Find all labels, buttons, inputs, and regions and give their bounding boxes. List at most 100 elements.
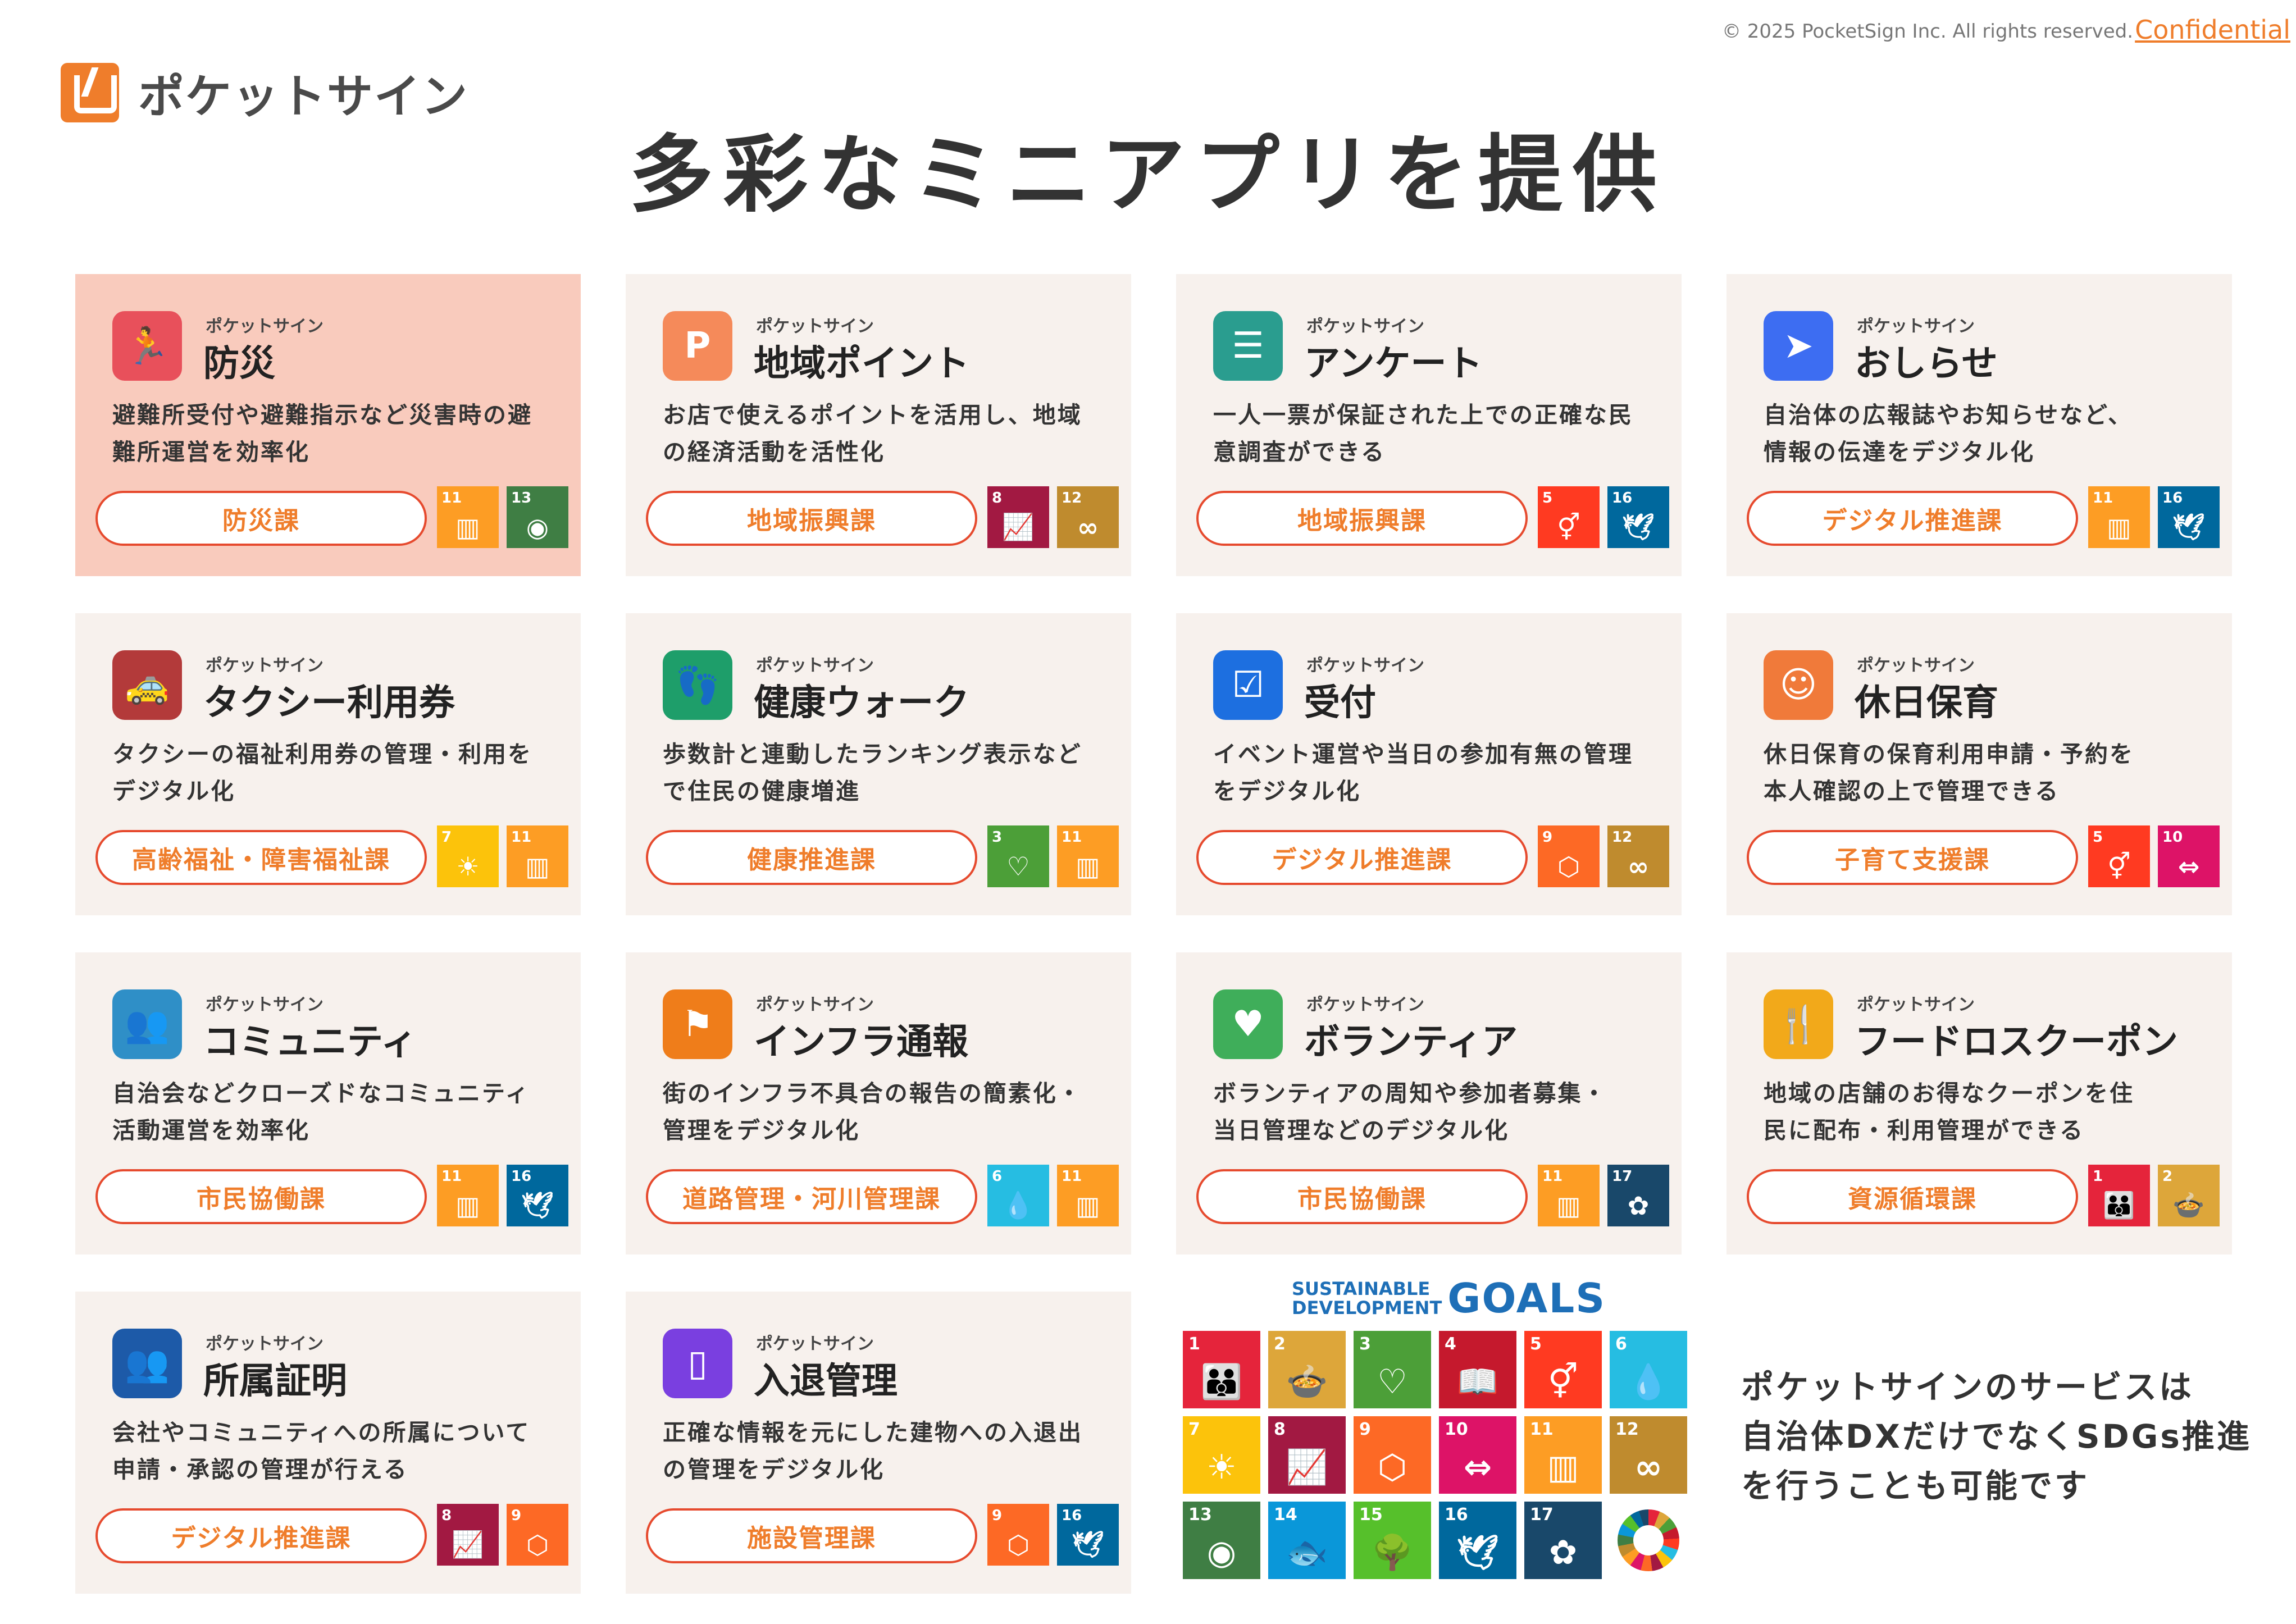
card-title: 地域ポイント	[754, 343, 969, 385]
card-description: 避難所受付や避難指示など災害時の避 難所運営を効率化	[112, 402, 532, 466]
water-drop-icon: 💧	[1627, 1362, 1670, 1402]
sdg-badge: 5 ⚥	[2088, 825, 2150, 887]
infinity-icon: ∞	[1077, 512, 1099, 542]
eye-globe-icon: ◉	[526, 512, 549, 542]
heart-hand-icon: ♥	[1213, 989, 1283, 1059]
infinity-icon: ∞	[1627, 851, 1650, 882]
cubes-icon: ⬡	[1006, 1530, 1030, 1560]
department-button[interactable]: 防災課	[95, 491, 427, 546]
food-coupon-icon: 🍴	[1764, 989, 1833, 1059]
confidential-link[interactable]: Confidential	[2135, 15, 2290, 45]
sdg-badge: 7 ☀	[437, 825, 499, 887]
city-icon: ▥	[2107, 512, 2131, 542]
card-description: 一人一票が保証された上での正確な民 意調査ができる	[1213, 402, 1633, 466]
city-icon: ▥	[1547, 1448, 1579, 1487]
sdg-badge: 13 ◉	[507, 486, 568, 548]
membership-people-icon: 👥	[112, 1329, 182, 1398]
mini-app-card[interactable]: ☺ ポケットサイン休日保育休日保育の保育利用申請・予約を 本人確認の上で管理できる子…	[1726, 613, 2232, 915]
heartbeat-icon: ♡	[1006, 851, 1030, 882]
mini-app-card[interactable]: ☑ ポケットサイン 受付 イベント運営や当日の参加有無の管理 をデジタル化 デジタル推進課…	[1176, 613, 1682, 915]
sdg-goal-tile: 2 🍲	[1268, 1331, 1346, 1408]
sun-icon: ☀	[456, 851, 480, 882]
sdg-badge: 9 ⬡	[507, 1504, 568, 1566]
sdg-badge: 9 ⬡	[1538, 825, 1600, 887]
department-button[interactable]: デジタル推進課	[1196, 830, 1528, 885]
department-button[interactable]: 市民協働課	[95, 1169, 427, 1224]
running-person-icon: 🏃	[112, 311, 182, 381]
department-button[interactable]: 道路管理・河川管理課	[646, 1169, 977, 1224]
card-description: イベント運営や当日の参加有無の管理 をデジタル化	[1213, 741, 1633, 805]
equality-arrows-icon: ⇔	[2177, 851, 2200, 882]
mini-app-card[interactable]: 👥 ポケットサイン コミュニティ 自治会などクローズドなコミュニティ 活動運営を効率化市…	[75, 952, 581, 1255]
gender-icon: ⚥	[1547, 1362, 1579, 1402]
sun-icon: ☀	[1206, 1448, 1237, 1487]
card-description: 正確な情報を元にした建物への入退出 の管理をデジタル化	[663, 1419, 1083, 1483]
department-button[interactable]: デジタル推進課	[95, 1508, 427, 1563]
department-button[interactable]: デジタル推進課	[1747, 491, 2078, 546]
mini-app-card[interactable]: ▯ ポケットサイン 入退管理 正確な情報を元にした建物への入退出 の管理をデジタル化 施設…	[626, 1292, 1131, 1594]
sdgs-logo-sub-line1: SUSTAINABLE	[1292, 1278, 1431, 1299]
city-icon: ▥	[1556, 1190, 1581, 1221]
department-button[interactable]: 市民協働課	[1196, 1169, 1528, 1224]
department-button[interactable]: 資源循環課	[1747, 1169, 2078, 1224]
sdg-goal-tile: 13 ◉	[1183, 1502, 1260, 1579]
mini-app-card[interactable]: 👥 ポケットサイン 所属証明 会社やコミュニティへの所属について 申請・承認の管理が行え…	[75, 1292, 581, 1594]
cubes-icon: ⬡	[526, 1530, 549, 1560]
card-description: 休日保育の保育利用申請・予約を 本人確認の上で管理できる	[1764, 741, 2134, 805]
gender-icon: ⚥	[1557, 512, 1580, 542]
footprints-icon: 👣	[663, 650, 732, 720]
infinity-icon: ∞	[1634, 1448, 1662, 1487]
card-description: 地域の店舗のお得なクーポンを住 民に配布・利用管理ができる	[1764, 1080, 2134, 1144]
mini-app-card[interactable]: ⚑ ポケットサイン インフラ通報 街のインフラ不具合の報告の簡素化・ 管理をデジタル化道…	[626, 952, 1131, 1255]
card-brand: ポケットサイン	[1857, 656, 1975, 676]
taxi-icon: 🚕	[112, 650, 182, 720]
card-description: タクシーの福祉利用券の管理・利用を デジタル化	[112, 741, 532, 805]
mini-app-card[interactable]: 🍴 ポケットサイン フードロスクーポン 地域の店舗のお得なクーポンを住 民に配布・利用管…	[1726, 952, 2232, 1255]
department-button[interactable]: 高齢福祉・障害福祉課	[95, 830, 427, 885]
mini-app-card[interactable]: 👣 ポケットサイン 健康ウォーク 歩数計と連動したランキング表示など で住民の健康増進健…	[626, 613, 1131, 915]
dove-icon: 🕊	[2172, 512, 2206, 542]
promo-line: 自治体DXだけでなくSDGs推進	[1741, 1417, 2252, 1456]
sdgs-logo: SUSTAINABLE DEVELOPMENT GOALS	[1292, 1275, 1606, 1322]
sdg-badge: 12 ∞	[1607, 825, 1669, 887]
sdg-badge: 5 ⚥	[1538, 486, 1600, 548]
dove-icon: 🕊	[521, 1190, 554, 1220]
department-button[interactable]: 子育て支援課	[1747, 830, 2078, 885]
mini-app-card[interactable]: P ポケットサイン 地域ポイント お店で使えるポイントを活用し、地域 の経済活動を活性化…	[626, 274, 1131, 576]
card-title: 入退管理	[754, 1361, 898, 1402]
dove-icon: 🕊	[1456, 1533, 1500, 1572]
page-title: 多彩なミニアプリを提供	[628, 126, 1667, 224]
sdg-goal-tile: 15 🌳	[1354, 1502, 1431, 1579]
mini-app-card[interactable]: 🚕 ポケットサイン タクシー利用券 タクシーの福祉利用券の管理・利用を デジタル化 高齢福…	[75, 613, 581, 915]
card-title: フードロスクーポン	[1855, 1021, 2178, 1063]
card-title: おしらせ	[1855, 343, 1998, 385]
sdg-goal-tile: 10 ⇔	[1439, 1416, 1516, 1494]
card-brand: ポケットサイン	[1306, 995, 1424, 1015]
department-button[interactable]: 地域振興課	[646, 491, 977, 546]
promo-line: を行うことも可能です	[1741, 1467, 2090, 1505]
heartbeat-icon: ♡	[1377, 1362, 1407, 1402]
door-icon: ▯	[663, 1329, 732, 1398]
card-title: 休日保育	[1855, 682, 1998, 724]
card-brand: ポケットサイン	[756, 995, 874, 1015]
growth-chart-icon: 📈	[1002, 512, 1035, 542]
sdg-badge: 12 ∞	[1057, 486, 1119, 548]
department-button[interactable]: 健康推進課	[646, 830, 977, 885]
sdg-badge: 16 🕊	[1057, 1504, 1119, 1566]
sdg-badge: 11 ▥	[507, 825, 568, 887]
bowl-icon: 🍲	[2172, 1190, 2205, 1220]
mini-app-card[interactable]: ➤ ポケットサイン おしらせ 自治体の広報誌やお知らせなど、 情報の伝達をデジタル化 デジ…	[1726, 274, 2232, 576]
sdg-badge: 11 ▥	[1538, 1165, 1600, 1226]
family-icon: 👪	[2103, 1190, 2135, 1220]
mini-app-card[interactable]: 🏃 ポケットサイン 防災 避難所受付や避難指示など災害時の避 難所運営を効率化 防災課 11…	[75, 274, 581, 576]
mini-app-card[interactable]: ♥ ポケットサイン ボランティア ボランティアの周知や参加者募集・ 当日管理などのデジタ…	[1176, 952, 1682, 1255]
baby-face-icon: ☺	[1764, 650, 1833, 720]
card-brand: ポケットサイン	[756, 317, 874, 336]
sdg-badge: 8 📈	[987, 486, 1049, 548]
mini-app-card[interactable]: ☰ ポケットサイン アンケート 一人一票が保証された上での正確な民 意調査ができる 地域振…	[1176, 274, 1682, 576]
family-icon: 👪	[1200, 1362, 1243, 1402]
department-button[interactable]: 地域振興課	[1196, 491, 1528, 546]
partnership-flower-icon: ✿	[1627, 1190, 1650, 1221]
sdg-wheel-icon	[1618, 1509, 1679, 1571]
department-button[interactable]: 施設管理課	[646, 1508, 977, 1563]
